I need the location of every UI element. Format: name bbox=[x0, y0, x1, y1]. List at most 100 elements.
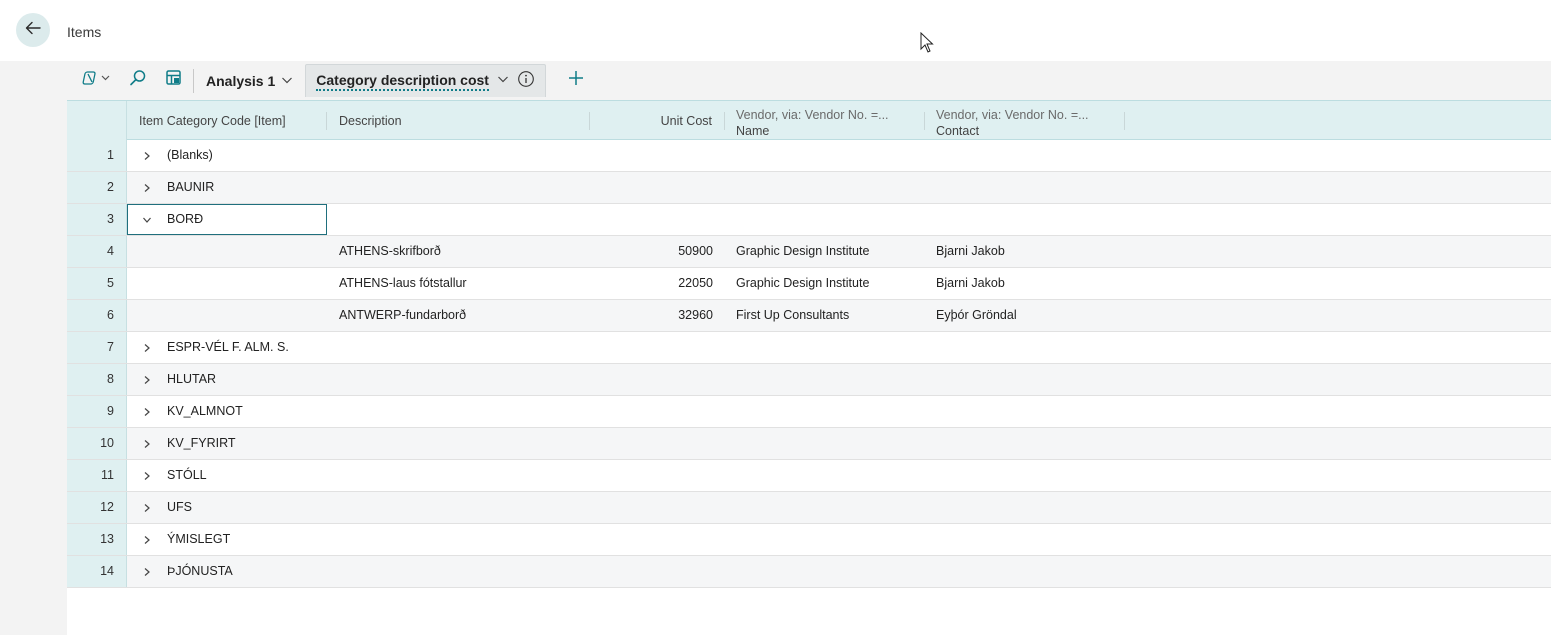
filter-pane-button[interactable] bbox=[163, 66, 185, 96]
unit-cost-cell[interactable]: 50900 bbox=[590, 236, 713, 267]
column-header-description[interactable]: Description bbox=[327, 101, 590, 140]
row-number: 5 bbox=[67, 268, 127, 299]
chevron-down-icon bbox=[281, 73, 293, 89]
description-cell[interactable]: ATHENS-skrifborð bbox=[339, 236, 441, 267]
category-cell[interactable]: ÞJÓNUSTA bbox=[167, 556, 233, 587]
table-row[interactable]: 1 (Blanks) bbox=[67, 140, 1551, 172]
table-row[interactable]: 3 BORÐ bbox=[67, 204, 1551, 236]
chevron-down-icon[interactable] bbox=[497, 72, 509, 90]
column-header-description-label: Description bbox=[339, 113, 402, 128]
info-icon[interactable] bbox=[517, 70, 535, 93]
row-number: 11 bbox=[67, 460, 127, 491]
analysis-mode-icon bbox=[81, 69, 113, 92]
chevron-right-icon[interactable] bbox=[139, 172, 155, 203]
chevron-down-icon[interactable] bbox=[139, 204, 155, 235]
pivot-grid: Item Category Code [Item] Description Un… bbox=[67, 100, 1551, 588]
search-button[interactable] bbox=[127, 66, 149, 96]
toolbar-divider bbox=[193, 68, 194, 93]
category-cell[interactable]: ÝMISLEGT bbox=[167, 524, 230, 555]
column-header-category[interactable]: Item Category Code [Item] bbox=[127, 101, 327, 140]
category-cell[interactable]: STÓLL bbox=[167, 460, 207, 491]
chevron-right-icon[interactable] bbox=[139, 396, 155, 427]
chevron-right-icon[interactable] bbox=[139, 332, 155, 363]
analysis-panel: Analysis 1 Category description cost Ite… bbox=[67, 61, 1551, 635]
column-header-vendor-contact[interactable]: Vendor, via: Vendor No. =... Contact bbox=[924, 101, 1124, 140]
plus-icon bbox=[567, 69, 585, 92]
row-number: 9 bbox=[67, 396, 127, 427]
row-number: 7 bbox=[67, 332, 127, 363]
description-cell[interactable]: ATHENS-laus fótstallur bbox=[339, 268, 467, 299]
row-number: 14 bbox=[67, 556, 127, 587]
tab-analysis-1-label: Analysis 1 bbox=[206, 72, 276, 89]
row-number: 8 bbox=[67, 364, 127, 395]
table-row[interactable]: 12 UFS bbox=[67, 492, 1551, 524]
arrow-left-icon bbox=[24, 19, 42, 42]
column-divider bbox=[1124, 112, 1125, 130]
back-button[interactable] bbox=[16, 13, 50, 47]
category-cell[interactable]: BAUNIR bbox=[167, 172, 214, 203]
table-filter-icon bbox=[166, 70, 182, 91]
description-cell[interactable]: ANTWERP-fundarborð bbox=[339, 300, 466, 331]
row-number: 2 bbox=[67, 172, 127, 203]
mouse-pointer-icon bbox=[920, 31, 934, 59]
row-number-header bbox=[67, 101, 127, 140]
table-row[interactable]: 7 ESPR-VÉL F. ALM. S. bbox=[67, 332, 1551, 364]
category-cell[interactable]: ESPR-VÉL F. ALM. S. bbox=[167, 332, 289, 363]
vendor-contact-cell[interactable]: Bjarni Jakob bbox=[936, 236, 1005, 267]
category-cell[interactable]: KV_ALMNOT bbox=[167, 396, 243, 427]
table-row[interactable]: 6 ANTWERP-fundarborð 32960 First Up Consult… bbox=[67, 300, 1551, 332]
table-row[interactable]: 13 ÝMISLEGT bbox=[67, 524, 1551, 556]
analysis-mode-button[interactable] bbox=[79, 66, 115, 96]
category-cell[interactable]: UFS bbox=[167, 492, 192, 523]
chevron-right-icon[interactable] bbox=[139, 364, 155, 395]
chevron-right-icon[interactable] bbox=[139, 428, 155, 459]
row-number: 13 bbox=[67, 524, 127, 555]
vendor-contact-cell[interactable]: Bjarni Jakob bbox=[936, 268, 1005, 299]
page-title: Items bbox=[67, 24, 102, 40]
vendor-name-cell[interactable]: Graphic Design Institute bbox=[736, 236, 869, 267]
column-header-vendor-contact-line2: Contact bbox=[936, 124, 980, 138]
table-row[interactable]: 8 HLUTAR bbox=[67, 364, 1551, 396]
chevron-right-icon[interactable] bbox=[139, 460, 155, 491]
row-number: 4 bbox=[67, 236, 127, 267]
row-number: 10 bbox=[67, 428, 127, 459]
column-header-vendor-name-line2: Name bbox=[736, 124, 770, 138]
tab-category-description-cost[interactable]: Category description cost bbox=[305, 64, 546, 97]
column-header-vendor-name-line1: Vendor, via: Vendor No. =... bbox=[736, 108, 889, 122]
tab-analysis-1[interactable]: Analysis 1 bbox=[202, 66, 297, 96]
selected-cell-outline bbox=[127, 204, 327, 235]
chevron-right-icon[interactable] bbox=[139, 140, 155, 171]
vendor-name-cell[interactable]: First Up Consultants bbox=[736, 300, 849, 331]
search-icon bbox=[129, 69, 147, 92]
column-header-category-label: Item Category Code [Item] bbox=[139, 113, 286, 128]
table-row[interactable]: 10 KV_FYRIRT bbox=[67, 428, 1551, 460]
grid-header: Item Category Code [Item] Description Un… bbox=[67, 100, 1551, 140]
unit-cost-cell[interactable]: 22050 bbox=[590, 268, 713, 299]
category-cell[interactable]: BORÐ bbox=[167, 204, 203, 235]
chevron-right-icon[interactable] bbox=[139, 492, 155, 523]
row-number: 1 bbox=[67, 140, 127, 171]
row-number: 3 bbox=[67, 204, 127, 235]
chevron-right-icon[interactable] bbox=[139, 524, 155, 555]
vendor-name-cell[interactable]: Graphic Design Institute bbox=[736, 268, 869, 299]
row-number: 6 bbox=[67, 300, 127, 331]
tab-active-label: Category description cost bbox=[316, 72, 489, 91]
add-analysis-tab-button[interactable] bbox=[564, 69, 588, 93]
grid-body: 1 (Blanks) 2 BAUNIR 3 BORÐ 4 ATHENS-skrifborð 50… bbox=[67, 140, 1551, 588]
column-header-unit-cost[interactable]: Unit Cost bbox=[590, 101, 724, 140]
chevron-right-icon[interactable] bbox=[139, 556, 155, 587]
unit-cost-cell[interactable]: 32960 bbox=[590, 300, 713, 331]
table-row[interactable]: 5 ATHENS-laus fótstallur 22050 Graphic Desi… bbox=[67, 268, 1551, 300]
category-cell[interactable]: HLUTAR bbox=[167, 364, 216, 395]
table-row[interactable]: 2 BAUNIR bbox=[67, 172, 1551, 204]
category-cell[interactable]: KV_FYRIRT bbox=[167, 428, 236, 459]
category-cell[interactable]: (Blanks) bbox=[167, 140, 213, 171]
table-row[interactable]: 9 KV_ALMNOT bbox=[67, 396, 1551, 428]
table-row[interactable]: 14 ÞJÓNUSTA bbox=[67, 556, 1551, 588]
top-bar: Items bbox=[0, 0, 1551, 61]
vendor-contact-cell[interactable]: Eyþór Gröndal bbox=[936, 300, 1017, 331]
table-row[interactable]: 11 STÓLL bbox=[67, 460, 1551, 492]
table-row[interactable]: 4 ATHENS-skrifborð 50900 Graphic Design Ins… bbox=[67, 236, 1551, 268]
column-header-vendor-name[interactable]: Vendor, via: Vendor No. =... Name bbox=[724, 101, 924, 140]
row-number: 12 bbox=[67, 492, 127, 523]
